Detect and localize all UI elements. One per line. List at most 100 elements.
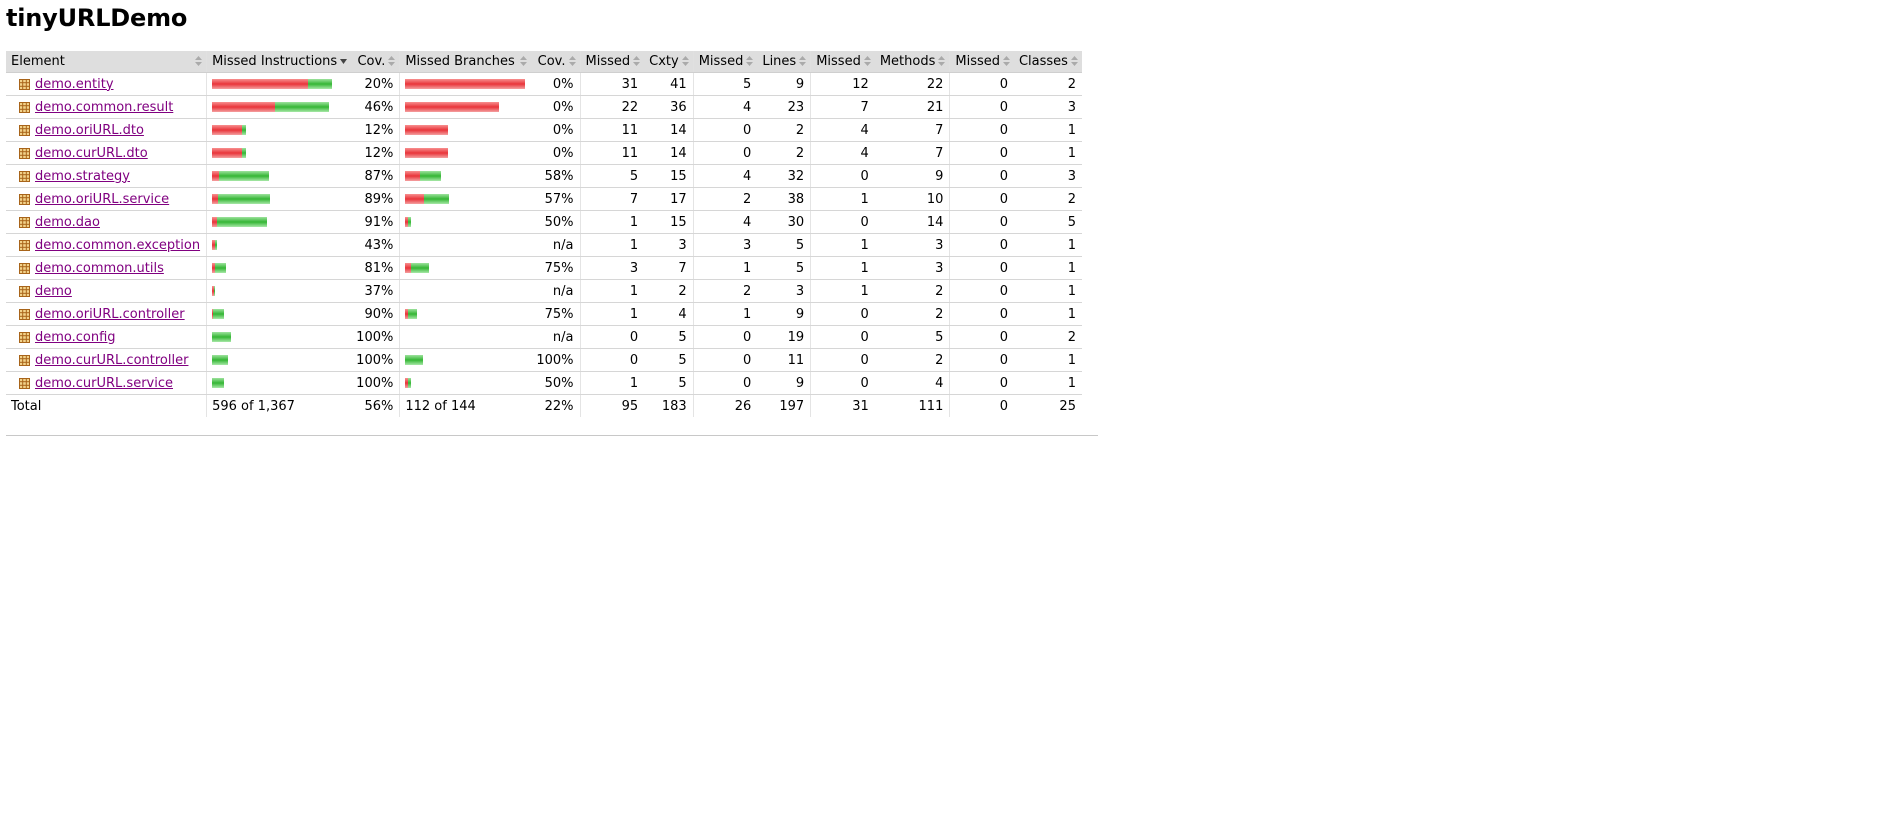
table-row: demo.curURL.service 100% 50% 1 5 0 9 0 4 0 1 [6, 371, 1082, 395]
methods: 7 [874, 141, 950, 165]
element-cell: demo.curURL.service [6, 371, 207, 395]
lines-missed: 4 [692, 95, 758, 119]
lines: 9 [757, 371, 811, 395]
missed-branches-cell [399, 72, 532, 96]
package-link[interactable]: demo.dao [35, 215, 100, 230]
methods: 14 [874, 210, 950, 234]
instructions-coverage: 100% [351, 371, 400, 395]
branches-bar [405, 79, 526, 89]
total-cxty-missed: 95 [579, 394, 645, 417]
instructions-coverage: 87% [351, 164, 400, 188]
branches-coverage: 75% [531, 302, 581, 326]
header-label: Cov. [537, 54, 566, 69]
header-methods-missed[interactable]: Missed [810, 51, 875, 73]
classes: 5 [1013, 210, 1082, 234]
cxty: 36 [644, 95, 694, 119]
branches-bar [405, 378, 525, 388]
package-icon [19, 193, 30, 205]
cxty-missed: 0 [579, 348, 645, 372]
lines-missed: 0 [692, 141, 758, 165]
header-cxty-missed[interactable]: Missed [579, 51, 645, 73]
methods: 4 [874, 371, 950, 395]
instructions-bar [212, 125, 345, 135]
package-icon [19, 285, 30, 297]
methods-missed: 1 [810, 187, 875, 211]
branches-coverage: 0% [531, 141, 581, 165]
branches-missed-segment [405, 102, 500, 112]
element-cell: demo.oriURL.controller [6, 302, 207, 326]
instructions-bar [212, 240, 345, 250]
total-classes-missed: 0 [949, 394, 1014, 417]
table-header: Element Missed Instructions Cov. Missed Bra… [6, 51, 1082, 73]
header-instructions-coverage[interactable]: Cov. [351, 51, 400, 73]
lines-missed: 0 [692, 348, 758, 372]
instructions-coverage: 100% [351, 325, 400, 349]
methods-missed: 1 [810, 233, 875, 257]
instructions-covered-segment [242, 125, 247, 135]
table-row: demo.strategy 87% 58% 5 15 4 32 0 9 0 3 [6, 164, 1082, 188]
classes-missed: 0 [949, 72, 1014, 96]
package-link[interactable]: demo.common.result [35, 100, 173, 115]
total-cxty: 183 [661, 398, 687, 414]
methods: 3 [874, 233, 950, 257]
package-link[interactable]: demo.oriURL.dto [35, 123, 144, 138]
classes: 2 [1013, 187, 1082, 211]
cxty: 2 [644, 279, 694, 303]
instructions-bar [212, 263, 345, 273]
cxty: 7 [644, 256, 694, 280]
package-link[interactable]: demo.curURL.dto [35, 146, 148, 161]
package-link[interactable]: demo [35, 284, 72, 299]
instructions-bar [212, 378, 345, 388]
lines: 5 [757, 233, 811, 257]
branches-covered-segment [408, 378, 412, 388]
branches-coverage: 75% [531, 256, 581, 280]
branches-bar [405, 355, 525, 365]
package-link[interactable]: demo.oriURL.service [35, 192, 169, 207]
missed-instructions-cell [206, 72, 352, 96]
branches-covered-segment [408, 309, 418, 319]
header-classes-missed[interactable]: Missed [949, 51, 1014, 73]
header-element[interactable]: Element [6, 51, 207, 73]
header-label: Missed [955, 54, 1000, 69]
package-link[interactable]: demo.config [35, 330, 116, 345]
missed-branches-cell [399, 325, 532, 349]
table-row: demo.common.exception 43% n/a 1 3 3 5 1 3 0 1 [6, 233, 1082, 257]
lines-missed: 2 [692, 187, 758, 211]
instructions-covered-segment [308, 79, 333, 89]
package-link[interactable]: demo.curURL.service [35, 376, 173, 391]
package-link[interactable]: demo.common.utils [35, 261, 164, 276]
package-link[interactable]: demo.strategy [35, 169, 130, 184]
header-lines-missed[interactable]: Missed [692, 51, 758, 73]
cxty-missed: 22 [579, 95, 645, 119]
header-lines[interactable]: Lines [757, 51, 811, 73]
header-missed-instructions[interactable]: Missed Instructions [206, 51, 352, 73]
cxty: 5 [644, 371, 694, 395]
header-methods[interactable]: Methods [874, 51, 950, 73]
branches-coverage: 50% [531, 371, 581, 395]
header-branches-coverage[interactable]: Cov. [531, 51, 581, 73]
instructions-covered-segment [219, 171, 270, 181]
package-link[interactable]: demo.curURL.controller [35, 353, 188, 368]
header-label: Methods [879, 54, 936, 69]
missed-branches-cell [399, 210, 532, 234]
missed-branches-cell [399, 371, 532, 395]
branches-missed-segment [405, 125, 449, 135]
classes-missed: 0 [949, 348, 1014, 372]
methods: 21 [874, 95, 950, 119]
package-link[interactable]: demo.oriURL.controller [35, 307, 185, 322]
branches-bar [405, 102, 525, 112]
package-link[interactable]: demo.entity [35, 77, 114, 92]
header-classes[interactable]: Classes [1013, 51, 1082, 73]
package-link[interactable]: demo.common.exception [35, 238, 200, 253]
package-icon [19, 170, 30, 182]
instructions-covered-segment [275, 102, 330, 112]
cxty: 41 [644, 72, 694, 96]
instructions-covered-segment [215, 263, 227, 273]
header-missed-branches[interactable]: Missed Branches [399, 51, 532, 73]
header-cxty[interactable]: Cxty [644, 51, 694, 73]
sort-icon [799, 56, 807, 66]
branches-bar [405, 309, 525, 319]
header-label: Cov. [357, 54, 386, 69]
missed-branches-cell [399, 348, 532, 372]
classes-missed: 0 [949, 371, 1014, 395]
